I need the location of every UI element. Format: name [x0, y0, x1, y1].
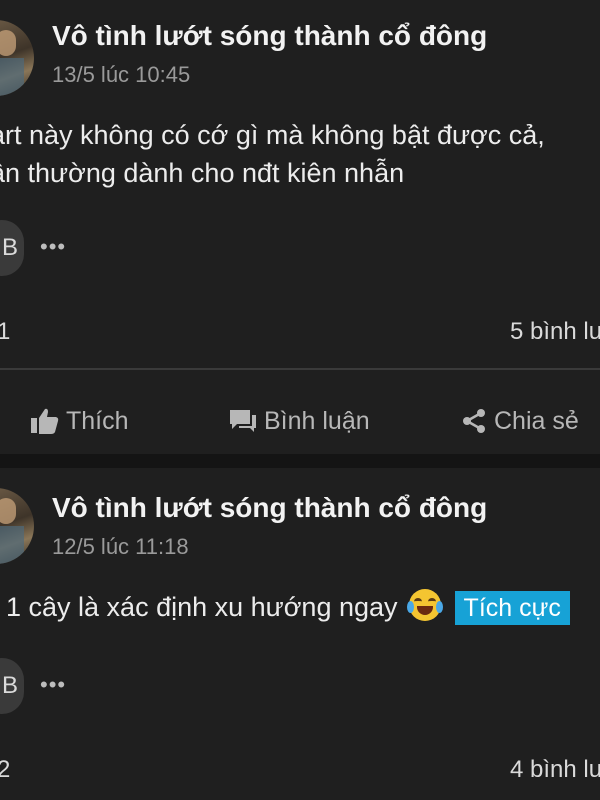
share-button[interactable]: Chia sẻ: [460, 388, 579, 454]
reactor-avatar[interactable]: B: [0, 658, 24, 714]
post-time[interactable]: 13/5 lúc 10:45: [52, 62, 190, 88]
more-options[interactable]: •••: [40, 234, 66, 260]
reaction-count[interactable]: 1: [0, 318, 10, 346]
post-actions: Thích Bình luận Chia sẻ: [0, 388, 600, 454]
post-content: 1 cây là xác định xu hướng ngay Tích cực: [6, 588, 570, 626]
post-content: art này không có cớ gì mà không bật được…: [0, 116, 545, 192]
face-with-tears-of-joy-icon: [407, 589, 444, 621]
author-name[interactable]: Vô tình lướt sóng thành cổ đông: [52, 492, 487, 524]
divider: [0, 368, 600, 370]
author-name[interactable]: Vô tình lướt sóng thành cổ đông: [52, 20, 487, 52]
comment-label: Bình luận: [264, 406, 370, 435]
comment-icon: [230, 410, 256, 432]
reaction-count[interactable]: 2: [0, 756, 10, 784]
author-avatar[interactable]: [0, 488, 34, 564]
share-icon: [463, 409, 485, 433]
author-avatar[interactable]: [0, 20, 34, 96]
more-options[interactable]: •••: [40, 672, 66, 698]
feed: Vô tình lướt sóng thành cổ đông 13/5 lúc…: [0, 0, 600, 800]
post: Vô tình lướt sóng thành cổ đông 12/5 lúc…: [0, 468, 600, 800]
comment-count[interactable]: 4 bình lu: [510, 756, 600, 784]
sentiment-tag[interactable]: Tích cực: [454, 591, 570, 625]
like-label: Thích: [66, 406, 129, 435]
post-time[interactable]: 12/5 lúc 11:18: [52, 534, 189, 560]
like-button[interactable]: Thích: [30, 388, 129, 454]
thumbs-up-icon: [31, 408, 59, 434]
post-content-line: art này không có cớ gì mà không bật được…: [0, 120, 545, 150]
post-separator: [0, 454, 600, 468]
share-label: Chia sẻ: [494, 406, 579, 435]
comment-count[interactable]: 5 bình lu: [510, 318, 600, 346]
reactor-avatar[interactable]: B: [0, 220, 24, 276]
post-content-line: ần thường dành cho nđt kiên nhẫn: [0, 158, 405, 188]
post-content-text: 1 cây là xác định xu hướng ngay: [6, 592, 398, 622]
comment-button[interactable]: Bình luận: [228, 388, 370, 454]
post: Vô tình lướt sóng thành cổ đông 13/5 lúc…: [0, 0, 600, 372]
